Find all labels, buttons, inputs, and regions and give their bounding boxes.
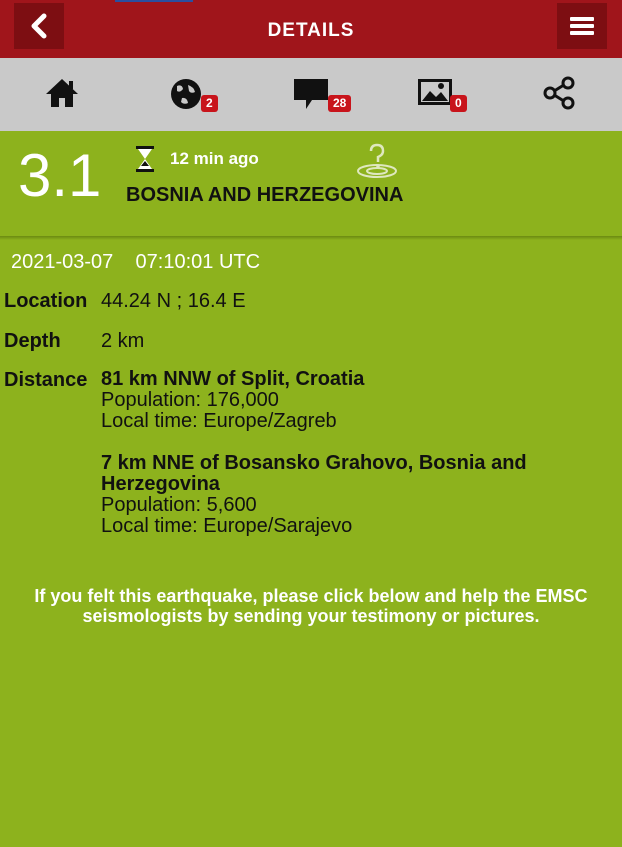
distance-local-time: Local time: Europe/Zagreb <box>101 410 337 432</box>
distance-heading: 81 km NNW of Split, Croatia <box>101 368 365 390</box>
comments-button[interactable]: 28 <box>292 76 352 116</box>
globe-icon <box>171 79 201 109</box>
magnitude: 3.1 <box>18 142 102 209</box>
top-bar: DETAILS <box>0 0 622 58</box>
comment-icon <box>294 79 328 109</box>
pictures-badge: 0 <box>450 95 467 112</box>
depth-label: Depth <box>4 330 61 352</box>
share-button[interactable] <box>542 76 576 116</box>
hamburger-icon <box>570 17 594 35</box>
home-button[interactable] <box>44 76 80 116</box>
globe-badge: 2 <box>201 95 218 112</box>
time-ago: 12 min ago <box>170 149 259 168</box>
icon-toolbar: 2 28 0 <box>0 58 622 131</box>
distance-label: Distance <box>4 369 88 391</box>
depth-value: 2 km <box>101 330 145 352</box>
picture-icon <box>418 79 452 105</box>
distance-item: 81 km NNW of Split, Croatia Population: … <box>101 369 601 432</box>
event-datetime: 2021-03-07 07:10:01 UTC <box>11 251 260 274</box>
home-icon <box>46 79 78 107</box>
event-date: 2021-03-07 <box>11 251 114 273</box>
felt-message: If you felt this earthquake, please clic… <box>34 586 588 626</box>
distance-population: Population: 5,600 <box>101 494 257 516</box>
location-value: 44.24 N ; 16.4 E <box>101 290 246 312</box>
distance-local-time: Local time: Europe/Sarajevo <box>101 515 353 537</box>
pictures-button[interactable]: 0 <box>416 76 467 116</box>
location-label: Location <box>4 290 88 312</box>
comments-badge: 28 <box>328 95 352 112</box>
menu-button[interactable] <box>557 3 607 49</box>
globe-button[interactable]: 2 <box>168 76 218 116</box>
summary-divider <box>0 236 622 240</box>
hourglass-icon <box>136 146 154 172</box>
distance-item: 7 km NNE of Bosansko Grahovo, Bosnia and… <box>101 453 571 537</box>
region-name: BOSNIA AND HERZEGOVINA <box>126 184 404 206</box>
distance-heading: 7 km NNE of Bosansko Grahovo, Bosnia and… <box>101 452 527 495</box>
status-notch <box>115 0 193 2</box>
distance-population: Population: 176,000 <box>101 389 279 411</box>
share-icon <box>543 76 575 110</box>
event-time: 07:10:01 UTC <box>135 251 261 273</box>
felt-report-icon[interactable] <box>356 143 398 179</box>
page-title: DETAILS <box>267 20 355 41</box>
